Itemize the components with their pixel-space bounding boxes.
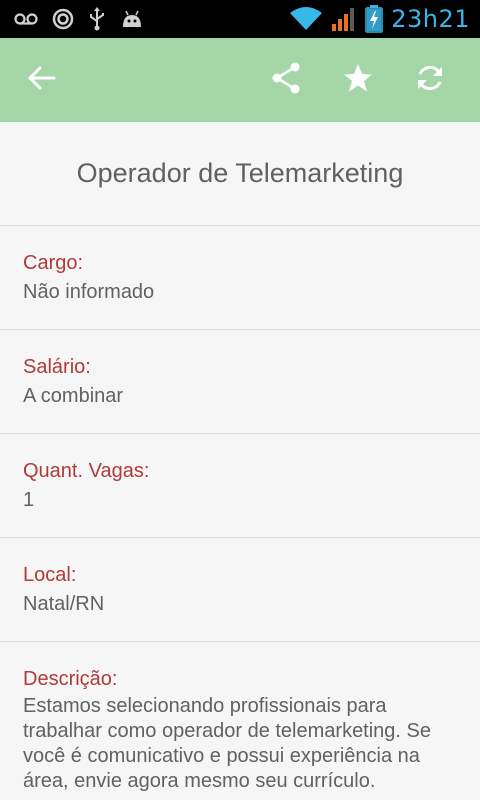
salario-value: A combinar [23,385,124,407]
usb-icon [88,7,106,31]
vagas-value: 1 [23,489,35,511]
refresh-icon [415,63,445,98]
status-time: 23h21 [391,5,470,33]
cargo-value: Não informado [23,281,155,303]
app-icon [52,8,74,30]
refresh-button[interactable] [394,52,466,108]
back-button[interactable] [14,52,70,108]
field-local: Local: Natal/RN [0,538,480,642]
local-label: Local: [23,564,77,586]
app-bar [0,38,480,122]
status-bar: 23h21 [0,0,480,38]
job-title: Operador de Telemarketing [0,122,480,226]
wifi-icon [289,6,323,32]
job-detail: Operador de Telemarketing Cargo: Não inf… [0,122,480,800]
local-value: Natal/RN [23,593,105,615]
status-right: 23h21 [289,5,470,33]
descricao-value: Estamos selecionando profissionais para … [23,695,432,792]
voicemail-icon [14,12,38,26]
favorite-button[interactable] [322,52,394,108]
status-left-icons [14,7,144,31]
descricao-label: Descrição: [23,668,118,690]
cargo-label: Cargo: [23,252,84,274]
battery-charging-icon [365,5,383,33]
field-vagas: Quant. Vagas: 1 [0,434,480,538]
star-icon [343,63,373,98]
field-salario: Salário: A combinar [0,330,480,434]
share-button[interactable] [250,52,322,108]
salario-label: Salário: [23,356,91,378]
back-arrow-icon [28,66,56,95]
android-debug-icon [120,9,144,29]
field-descricao: Descrição: Estamos selecionando profissi… [0,642,480,794]
field-cargo: Cargo: Não informado [0,226,480,330]
signal-icon [331,6,357,32]
vagas-label: Quant. Vagas: [23,460,150,482]
share-icon [271,62,301,99]
